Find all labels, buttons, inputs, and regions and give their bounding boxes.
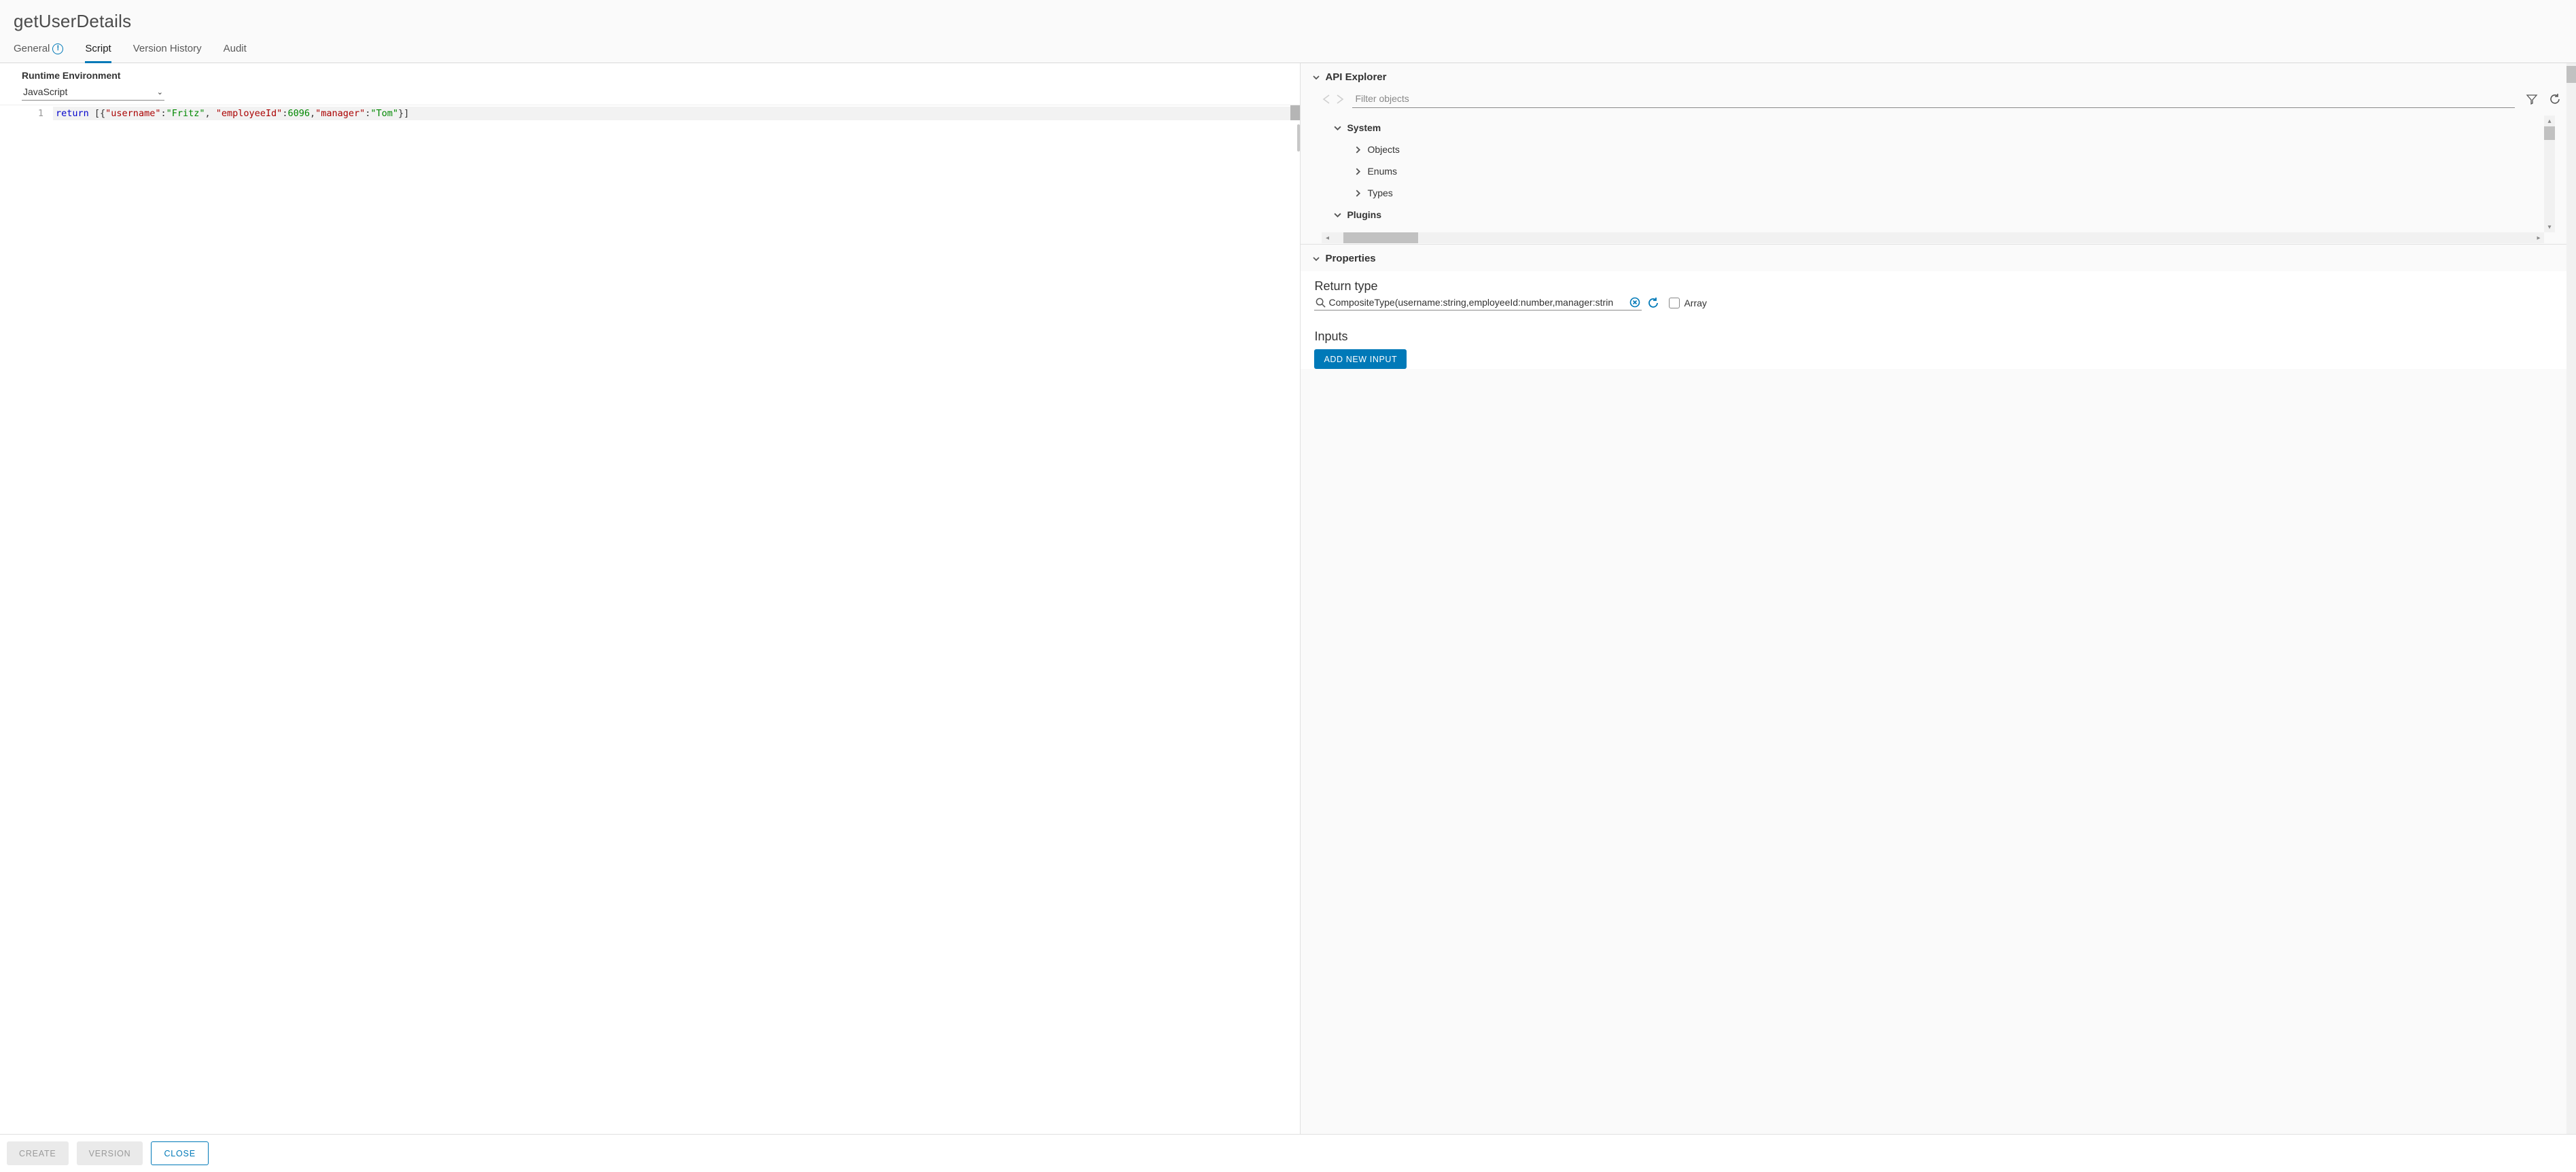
chevron-down-icon: [1313, 255, 1320, 262]
token-punct: ,: [205, 108, 216, 119]
api-explorer-tree-wrap: System Objects Enums Types Plugins AD ▴ ▾ ◂ ▸: [1321, 115, 2556, 244]
tab-label: General: [14, 43, 50, 54]
array-checkbox[interactable]: [1669, 298, 1680, 308]
chevron-down-icon[interactable]: [1334, 211, 1341, 219]
close-button[interactable]: CLOSE: [151, 1141, 208, 1165]
nav-forward-icon[interactable]: [1335, 94, 1345, 105]
properties-header[interactable]: Properties: [1301, 245, 2576, 271]
tab-label: Audit: [224, 43, 247, 54]
token-prop: "username": [105, 108, 160, 119]
inputs-label: Inputs: [1314, 330, 2562, 344]
scroll-down-icon[interactable]: ▾: [2544, 221, 2555, 232]
filter-icon[interactable]: [2526, 93, 2538, 105]
nav-back-icon[interactable]: [1321, 94, 1332, 105]
right-scrollbar[interactable]: [2566, 63, 2576, 1134]
panel-resize-handle[interactable]: [1297, 124, 1300, 152]
refresh-icon[interactable]: [2549, 93, 2561, 105]
code-line[interactable]: return [{"username":"Fritz", "employeeId…: [53, 107, 1296, 120]
return-type-input[interactable]: CompositeType(username:string,employeeId…: [1314, 295, 1642, 310]
runtime-env-value: JavaScript: [23, 86, 67, 97]
scrollbar-thumb[interactable]: [2566, 66, 2576, 83]
properties-title: Properties: [1325, 253, 1375, 264]
api-explorer-header[interactable]: API Explorer: [1301, 63, 2576, 90]
alert-icon: !: [52, 43, 63, 54]
scrollbar-thumb[interactable]: [1343, 232, 1418, 243]
footer: CREATE VERSION CLOSE: [0, 1134, 2576, 1172]
token-prop: "employeeId": [216, 108, 283, 119]
return-type-value: CompositeType(username:string,employeeId…: [1328, 297, 1627, 308]
refresh-return-type-icon[interactable]: [1647, 297, 1659, 309]
token-num: 6096: [287, 108, 310, 119]
token-punct: [{: [89, 108, 105, 119]
tab-version-history[interactable]: Version History: [133, 39, 202, 63]
chevron-down-icon: ⌄: [157, 88, 163, 96]
tab-general[interactable]: General!: [14, 39, 63, 63]
runtime-env-label: Runtime Environment: [22, 70, 1290, 81]
tabs: General! Script Version History Audit: [0, 39, 2576, 63]
create-button[interactable]: CREATE: [7, 1141, 69, 1165]
chevron-right-icon[interactable]: [1354, 190, 1362, 197]
tree-node-label: Plugins: [1347, 209, 1381, 220]
api-explorer-toolbar: [1301, 90, 2576, 112]
properties-panel: Properties Return type CompositeType(use…: [1301, 244, 2576, 377]
add-new-input-button[interactable]: ADD NEW INPUT: [1314, 349, 1407, 369]
editor-minimap[interactable]: [1290, 105, 1300, 120]
token-str: "Fritz": [166, 108, 205, 119]
editor-gutter: 1: [0, 105, 53, 1134]
scroll-left-icon[interactable]: ◂: [1322, 232, 1333, 243]
editor-code[interactable]: return [{"username":"Fritz", "employeeId…: [53, 105, 1300, 1134]
line-number: 1: [0, 107, 43, 120]
tree-node-label: Objects: [1367, 144, 1399, 155]
token-punct: ,: [310, 108, 315, 119]
tab-script[interactable]: Script: [85, 39, 111, 63]
chevron-right-icon[interactable]: [1354, 146, 1362, 154]
tree-node[interactable]: System: [1331, 117, 2544, 139]
tree-node[interactable]: Types: [1331, 182, 2544, 204]
right-pane: API Explorer: [1301, 63, 2576, 1134]
tree-node[interactable]: Objects: [1331, 139, 2544, 160]
tree-node-label: Types: [1367, 188, 1392, 198]
left-pane: Runtime Environment JavaScript ⌄ 1 retur…: [0, 63, 1301, 1134]
clear-icon[interactable]: [1629, 297, 1640, 308]
runtime-env-select[interactable]: JavaScript ⌄: [22, 84, 164, 101]
array-checkbox-label: Array: [1684, 298, 1706, 308]
tree-node-label: System: [1347, 122, 1381, 133]
token-punct: }]: [398, 108, 409, 119]
scroll-right-icon[interactable]: ▸: [2533, 232, 2544, 243]
return-type-label: Return type: [1314, 279, 2562, 294]
chevron-down-icon: [1313, 74, 1320, 81]
token-str: "Tom": [370, 108, 398, 119]
api-explorer-tree: System Objects Enums Types Plugins AD: [1322, 116, 2544, 232]
tree-node-label: Enums: [1367, 166, 1397, 177]
scroll-up-icon[interactable]: ▴: [2544, 116, 2555, 126]
chevron-down-icon[interactable]: [1334, 124, 1341, 132]
token-prop: "manager": [315, 108, 365, 119]
filter-objects-input[interactable]: [1352, 90, 2515, 108]
tab-label: Version History: [133, 43, 202, 54]
scrollbar-thumb[interactable]: [2544, 126, 2555, 140]
tree-node[interactable]: Enums: [1331, 160, 2544, 182]
token-key: return: [56, 108, 89, 119]
code-editor[interactable]: 1 return [{"username":"Fritz", "employee…: [0, 105, 1300, 1134]
tree-node[interactable]: AD: [1331, 226, 2544, 232]
tree-scrollbar-horizontal[interactable]: ◂ ▸: [1322, 232, 2544, 243]
api-explorer-title: API Explorer: [1325, 71, 1386, 83]
version-button[interactable]: VERSION: [77, 1141, 143, 1165]
tree-node[interactable]: Plugins: [1331, 204, 2544, 226]
main-split: Runtime Environment JavaScript ⌄ 1 retur…: [0, 63, 2576, 1134]
page-title: getUserDetails: [0, 0, 2576, 39]
tab-audit[interactable]: Audit: [224, 39, 247, 63]
token-punct: :: [160, 108, 166, 119]
chevron-right-icon[interactable]: [1354, 168, 1362, 175]
tab-label: Script: [85, 43, 111, 54]
tree-scrollbar-vertical[interactable]: ▴ ▾: [2544, 116, 2555, 232]
search-icon: [1316, 298, 1326, 308]
